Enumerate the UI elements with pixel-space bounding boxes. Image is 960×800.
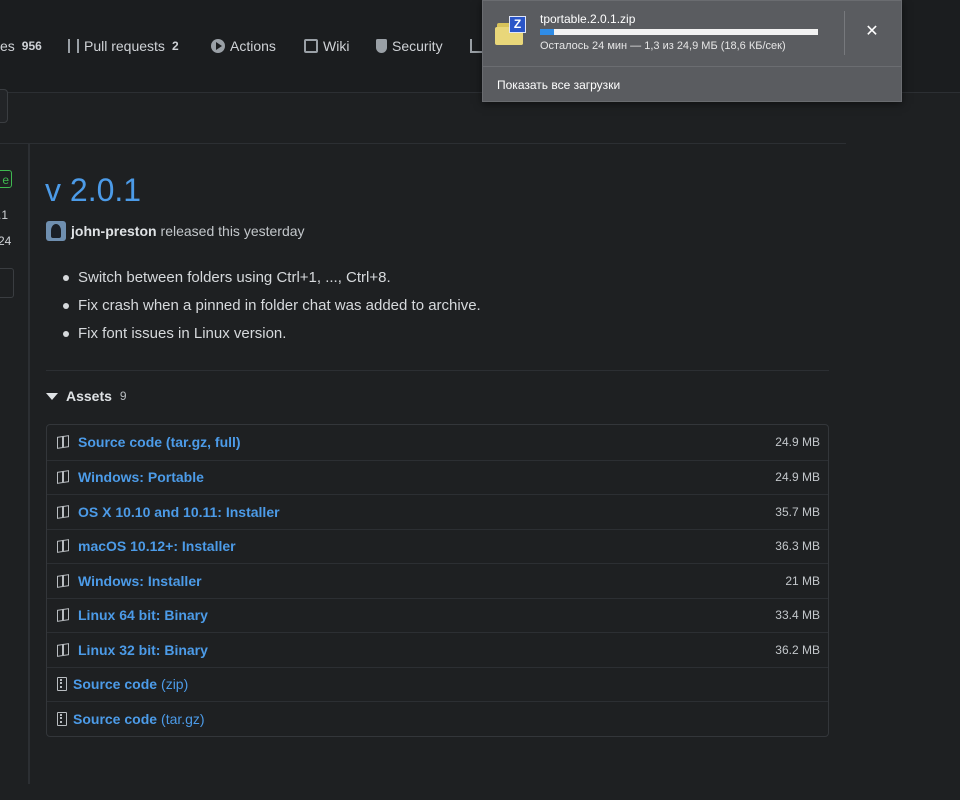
nav-pull-requests-label: Pull requests	[84, 38, 165, 54]
compare-button-stub[interactable]	[0, 268, 14, 298]
nav-actions-label: Actions	[230, 38, 276, 54]
asset-row: Linux 32 bit: Binary 36.2 MB	[47, 632, 828, 667]
asset-row: Linux 64 bit: Binary 33.4 MB	[47, 597, 828, 633]
asset-size: 36.3 MB	[775, 539, 820, 554]
commit-label[interactable]: 24	[0, 234, 11, 248]
asset-size: 36.2 MB	[775, 642, 820, 657]
download-status: Осталось 24 мин — 1,3 из 24,9 МБ (18,6 К…	[540, 40, 786, 52]
nav-actions[interactable]: Actions	[211, 36, 276, 56]
package-icon	[57, 504, 69, 519]
play-icon	[211, 39, 225, 53]
nav-issues-count: 956	[21, 39, 42, 53]
pull-request-icon	[68, 39, 79, 53]
package-icon	[57, 435, 69, 450]
release-author-row: john-preston released this yesterday	[46, 221, 305, 241]
edit-button-stub[interactable]	[0, 89, 8, 123]
package-icon	[57, 470, 69, 485]
asset-link[interactable]: OS X 10.10 and 10.11: Installer	[78, 504, 280, 520]
source-zip-suffix[interactable]: (zip)	[161, 676, 188, 692]
asset-link[interactable]: Source code (tar.gz, full)	[78, 434, 241, 450]
release-timeline-line	[28, 144, 30, 784]
divider	[844, 11, 845, 55]
asset-row: Source code (zip)	[47, 666, 828, 702]
asset-row: Source code (tar.gz)	[47, 701, 828, 736]
divider	[0, 143, 846, 144]
nav-pull-requests[interactable]: Pull requests 2	[68, 36, 179, 56]
assets-list: Source code (tar.gz, full) 24.9 MB Windo…	[46, 424, 829, 737]
release-title[interactable]: v 2.0.1	[45, 172, 141, 209]
asset-size: 33.4 MB	[775, 608, 820, 623]
caret-down-icon	[46, 392, 58, 400]
released-text: released this yesterday	[160, 223, 305, 239]
author-link[interactable]: john-preston	[71, 223, 157, 239]
nav-issues-label: es	[0, 38, 15, 54]
asset-row: Windows: Installer 21 MB	[47, 563, 828, 598]
asset-link[interactable]: Linux 64 bit: Binary	[78, 607, 208, 623]
asset-size: 21 MB	[785, 573, 820, 588]
download-filename[interactable]: tportable.2.0.1.zip	[540, 12, 635, 26]
asset-link[interactable]: Linux 32 bit: Binary	[78, 642, 208, 658]
asset-row: OS X 10.10 and 10.11: Installer 35.7 MB	[47, 494, 828, 529]
nav-issues[interactable]: es 956	[0, 36, 42, 56]
zip-file-icon	[57, 677, 67, 692]
package-icon	[57, 608, 69, 623]
assets-count: 9	[119, 389, 127, 403]
avatar[interactable]	[46, 221, 66, 241]
asset-link[interactable]: macOS 10.12+: Installer	[78, 538, 236, 554]
book-icon	[304, 39, 318, 53]
archive-badge: Z	[509, 16, 526, 33]
divider	[46, 370, 829, 371]
release-note-item: Fix font issues in Linux version.	[60, 321, 481, 349]
asset-row: Windows: Portable 24.9 MB	[47, 459, 828, 495]
source-tar-link[interactable]: Source code	[73, 711, 157, 727]
asset-link[interactable]: Windows: Portable	[78, 469, 204, 485]
nav-wiki-label: Wiki	[323, 38, 350, 54]
asset-row: macOS 10.12+: Installer 36.3 MB	[47, 528, 828, 564]
asset-row: Source code (tar.gz, full) 24.9 MB	[47, 425, 828, 460]
nav-security[interactable]: Security	[376, 36, 443, 56]
package-icon	[57, 539, 69, 554]
download-popup: Z tportable.2.0.1.zip Осталось 24 мин — …	[482, 0, 902, 102]
nav-wiki[interactable]: Wiki	[304, 36, 349, 56]
release-note-item: Switch between folders using Ctrl+1, ...…	[60, 265, 481, 293]
package-icon	[57, 573, 69, 588]
source-zip-link[interactable]: Source code	[73, 676, 157, 692]
asset-size: 24.9 MB	[775, 435, 820, 450]
tag-label[interactable]: .1	[0, 208, 8, 222]
package-icon	[57, 642, 69, 657]
asset-link[interactable]: Windows: Installer	[78, 573, 202, 589]
assets-label: Assets	[66, 388, 112, 404]
assets-toggle[interactable]: Assets 9	[46, 388, 127, 404]
asset-size: 24.9 MB	[775, 470, 820, 485]
divider	[483, 66, 901, 67]
nav-pull-requests-count: 2	[171, 39, 179, 53]
show-all-downloads-link[interactable]: Показать все загрузки	[497, 78, 620, 92]
close-icon[interactable]: ✕	[861, 21, 883, 43]
download-progress-bar	[540, 29, 818, 35]
nav-security-label: Security	[392, 38, 443, 54]
release-note-item: Fix crash when a pinned in folder chat w…	[60, 293, 481, 321]
release-notes: Switch between folders using Ctrl+1, ...…	[60, 265, 481, 349]
source-tar-suffix[interactable]: (tar.gz)	[161, 711, 205, 727]
shield-icon	[376, 39, 387, 53]
download-progress-fill	[540, 29, 554, 35]
asset-size: 35.7 MB	[775, 504, 820, 519]
archive-file-icon: Z	[495, 15, 527, 45]
graph-icon	[470, 39, 482, 53]
zip-file-icon	[57, 711, 67, 726]
latest-release-badge: e	[0, 170, 12, 188]
